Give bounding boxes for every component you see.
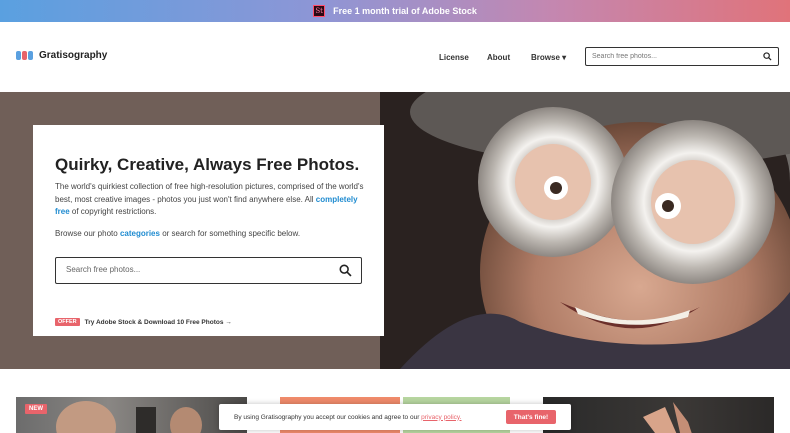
header-search bbox=[585, 47, 779, 66]
photo-thumbnail[interactable] bbox=[543, 397, 774, 433]
thumbnail-image bbox=[643, 402, 692, 433]
brand-name: Gratisography bbox=[39, 50, 108, 61]
hero-browse-text: Browse our photo categories or search fo… bbox=[55, 229, 301, 238]
hero-description: The world's quirkiest collection of free… bbox=[55, 182, 364, 216]
nav-about[interactable]: About bbox=[487, 53, 510, 62]
adobe-offer[interactable]: OFFER Try Adobe Stock & Download 10 Free… bbox=[55, 318, 232, 326]
nav-license[interactable]: License bbox=[439, 53, 469, 62]
offer-link[interactable]: Try Adobe Stock & Download 10 Free Photo… bbox=[85, 319, 232, 326]
hero-card: Quirky, Creative, Always Free Photos. Th… bbox=[33, 125, 384, 336]
promo-banner[interactable]: St Free 1 month trial of Adobe Stock bbox=[0, 0, 790, 22]
nav-browse[interactable]: Browse ▾ bbox=[531, 53, 566, 62]
search-icon[interactable] bbox=[763, 52, 772, 61]
gratisography-logo bbox=[16, 51, 33, 60]
brand[interactable]: Gratisography bbox=[16, 50, 107, 61]
categories-link[interactable]: categories bbox=[120, 229, 160, 238]
hero-section: Quirky, Creative, Always Free Photos. Th… bbox=[0, 92, 790, 369]
hero-search-input[interactable] bbox=[66, 265, 326, 274]
new-badge: NEW bbox=[25, 404, 47, 414]
offer-badge: OFFER bbox=[55, 318, 80, 326]
header-search-input[interactable] bbox=[592, 53, 752, 60]
cookie-banner: By using Gratisography you accept our co… bbox=[219, 404, 571, 430]
photo-thumbnail[interactable] bbox=[16, 397, 247, 433]
thumbnail-image bbox=[56, 401, 202, 433]
privacy-policy-link[interactable]: privacy policy. bbox=[421, 414, 461, 421]
accept-cookies-button[interactable]: That's fine! bbox=[506, 410, 556, 424]
adobe-stock-logo: St bbox=[313, 5, 326, 17]
site-header: Gratisography License About Browse ▾ bbox=[0, 22, 790, 92]
search-icon[interactable] bbox=[339, 264, 352, 277]
hero-search bbox=[55, 257, 362, 284]
promo-text[interactable]: Free 1 month trial of Adobe Stock bbox=[333, 6, 477, 16]
hero-title: Quirky, Creative, Always Free Photos. bbox=[55, 155, 360, 174]
cookie-text: By using Gratisography you accept our co… bbox=[234, 413, 462, 421]
